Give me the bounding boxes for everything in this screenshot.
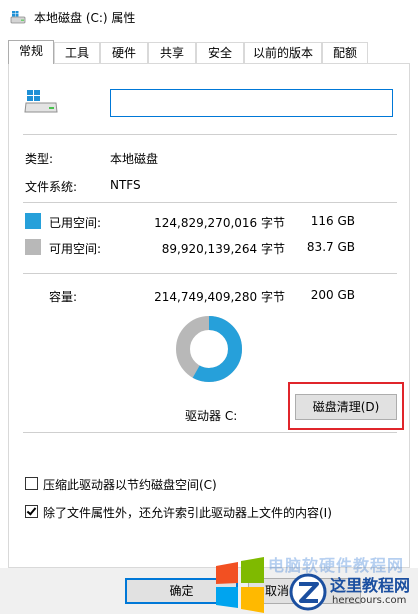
separator [23,134,397,135]
free-space-size: 83.7 GB [306,240,355,254]
windows-logo-icon [216,557,264,613]
volume-name-input[interactable] [110,89,393,117]
index-checkbox[interactable] [25,505,38,518]
used-space-label: 已用空间: [49,216,102,230]
tab-quota[interactable]: 配额 [322,42,368,64]
checkmark-icon [26,505,37,516]
tab-tools[interactable]: 工具 [54,42,100,64]
capacity-bytes: 214,749,409,280 字节 [154,290,285,304]
window-title: 本地磁盘 (C:) 属性 [34,11,136,25]
drive-icon [10,11,26,24]
index-label: 除了文件属性外，还允许索引此驱动器上文件的内容(I) [43,506,332,520]
tab-sharing[interactable]: 共享 [148,42,196,64]
separator [23,432,397,433]
free-space-swatch [25,239,41,255]
title-bar: 本地磁盘 (C:) 属性 [0,0,418,34]
type-label: 类型: [25,152,54,166]
filesystem-label: 文件系统: [25,180,78,194]
capacity-size: 200 GB [310,288,355,302]
free-space-bytes: 89,920,139,264 字节 [161,242,285,256]
capacity-label: 容量: [49,290,78,304]
tab-general[interactable]: 常规 [8,40,54,64]
tab-bar: 常规 工具 硬件 共享 安全 以前的版本 配额 [0,40,418,64]
highlight-box [288,382,404,430]
brand-logo-icon [289,573,327,611]
used-space-size: 116 GB [310,214,355,228]
tab-security[interactable]: 安全 [196,42,244,64]
tab-previous-versions[interactable]: 以前的版本 [244,42,322,64]
filesystem-value: NTFS [110,178,141,192]
tab-hardware[interactable]: 硬件 [100,42,148,64]
disk-usage-donut [176,316,242,382]
local-disk-icon [24,90,58,113]
free-space-label: 可用空间: [49,242,102,256]
separator [23,273,397,274]
drive-letter-label: 驱动器 C: [185,409,238,423]
used-space-swatch [25,213,41,229]
compress-label: 压缩此驱动器以节约磁盘空间(C) [43,478,217,492]
compress-checkbox[interactable] [25,477,38,490]
separator [23,202,397,203]
type-value: 本地磁盘 [110,152,159,166]
watermark-brand: 这里教程网 [330,576,411,595]
general-panel: 类型: 本地磁盘 文件系统: NTFS 已用空间: 124,829,270,01… [8,63,410,568]
watermark-url: herecours.com [332,595,407,606]
used-space-bytes: 124,829,270,016 字节 [154,216,285,230]
